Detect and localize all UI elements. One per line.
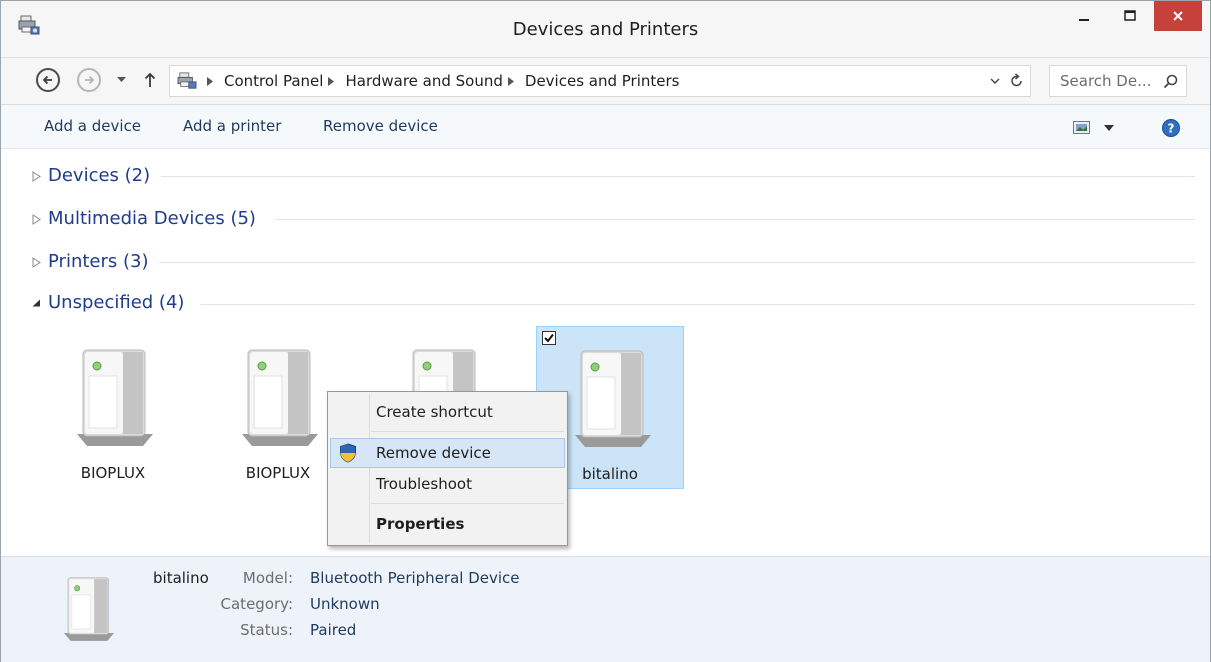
group-label: Printers (3) — [48, 251, 149, 272]
breadcrumb: Control Panel Hardware and Sound Devices a… — [202, 66, 679, 96]
search-input[interactable] — [1060, 66, 1160, 96]
chevron-right-icon[interactable] — [507, 77, 518, 86]
devices-and-printers-window: Devices and Printers Control Panel Hardw… — [0, 0, 1211, 662]
category-value: Unknown — [310, 595, 380, 613]
up-arrow-icon[interactable] — [144, 72, 156, 88]
chevron-right-icon — [207, 77, 217, 86]
status-label: Status: — [240, 621, 293, 639]
recent-locations-icon[interactable] — [117, 77, 126, 83]
arrow-right-icon — [85, 75, 95, 85]
forward-button[interactable] — [77, 68, 101, 92]
device-label: BIOPLUX — [80, 464, 146, 482]
breadcrumb-devices-and-printers[interactable]: Devices and Printers — [525, 72, 680, 90]
group-label: Devices (2) — [48, 165, 151, 186]
arrow-left-icon — [42, 75, 52, 85]
group-divider — [159, 262, 1195, 263]
devices-content-pane[interactable]: Devices (2) Multimedia Devices (5) Print… — [1, 149, 1210, 556]
minimize-button[interactable] — [1061, 1, 1107, 31]
breadcrumb-control-panel[interactable]: Control Panel — [224, 72, 323, 90]
device-item[interactable]: BIOPLUX — [39, 326, 187, 489]
add-device-button[interactable]: Add a device — [44, 105, 141, 148]
group-header-devices[interactable]: Devices (2) — [32, 164, 150, 188]
expand-arrow-icon[interactable] — [32, 213, 46, 225]
generic-device-icon — [242, 349, 318, 446]
menu-separator — [371, 503, 564, 504]
devices-printers-icon — [177, 72, 197, 89]
collapse-arrow-icon[interactable] — [32, 298, 46, 309]
command-bar: Add a device Add a printer Remove device… — [1, 105, 1210, 149]
search-box[interactable] — [1049, 65, 1187, 97]
menu-item-troubleshoot[interactable]: Troubleshoot — [330, 470, 565, 498]
close-button[interactable] — [1154, 1, 1202, 31]
group-divider — [200, 304, 1195, 305]
menu-item-remove-device[interactable]: Remove device — [330, 438, 565, 468]
expand-arrow-icon[interactable] — [32, 256, 46, 268]
help-icon[interactable]: ? — [1162, 119, 1180, 137]
view-options-dropdown-icon[interactable] — [1104, 125, 1114, 131]
uac-shield-icon — [340, 443, 356, 463]
add-printer-button[interactable]: Add a printer — [183, 105, 281, 148]
category-label: Category: — [220, 595, 293, 613]
chevron-down-icon[interactable] — [990, 77, 1000, 85]
group-label: Unspecified (4) — [48, 292, 185, 313]
group-label: Multimedia Devices (5) — [48, 208, 256, 229]
menu-item-properties[interactable]: Properties — [330, 510, 565, 538]
close-icon — [1173, 11, 1183, 21]
generic-device-icon — [77, 349, 153, 446]
status-value: Paired — [310, 621, 357, 639]
group-header-printers[interactable]: Printers (3) — [32, 250, 148, 274]
generic-device-icon — [64, 577, 114, 641]
model-value: Bluetooth Peripheral Device — [310, 569, 520, 587]
menu-separator — [371, 431, 564, 432]
group-divider — [161, 176, 1195, 177]
menu-item-label: Properties — [376, 515, 465, 533]
menu-item-create-shortcut[interactable]: Create shortcut — [330, 398, 565, 426]
chevron-right-icon[interactable] — [328, 77, 338, 86]
breadcrumb-hardware-and-sound[interactable]: Hardware and Sound — [345, 72, 502, 90]
menu-item-label: Remove device — [376, 444, 491, 462]
title-bar[interactable]: Devices and Printers — [1, 1, 1210, 58]
model-label: Model: — [242, 569, 293, 587]
group-header-multimedia-devices[interactable]: Multimedia Devices (5) — [32, 207, 256, 231]
maximize-icon — [1124, 10, 1136, 21]
menu-item-label: Troubleshoot — [376, 475, 472, 493]
refresh-icon[interactable] — [1009, 73, 1025, 89]
change-view-icon[interactable] — [1073, 121, 1090, 134]
checkmark-icon — [544, 333, 554, 343]
window-title: Devices and Printers — [512, 19, 699, 40]
expand-arrow-icon[interactable] — [32, 170, 46, 182]
maximize-button[interactable] — [1107, 1, 1153, 31]
back-button[interactable] — [36, 68, 60, 92]
group-header-unspecified[interactable]: Unspecified (4) — [32, 291, 184, 315]
menu-item-label: Create shortcut — [376, 403, 493, 421]
remove-device-button[interactable]: Remove device — [323, 105, 438, 148]
address-bar[interactable]: Control Panel Hardware and Sound Devices a… — [169, 65, 1031, 97]
generic-device-icon — [575, 350, 651, 447]
minimize-icon — [1079, 19, 1089, 21]
selection-checkbox[interactable] — [542, 331, 556, 345]
context-menu: Create shortcut Remove device Troublesho… — [327, 391, 568, 546]
navigation-bar: Control Panel Hardware and Sound Devices a… — [1, 58, 1210, 105]
svg-text:?: ? — [1168, 122, 1175, 136]
group-divider — [275, 219, 1195, 220]
search-icon[interactable] — [1163, 74, 1178, 89]
details-pane: bitalino Model: Bluetooth Peripheral Dev… — [1, 556, 1210, 662]
